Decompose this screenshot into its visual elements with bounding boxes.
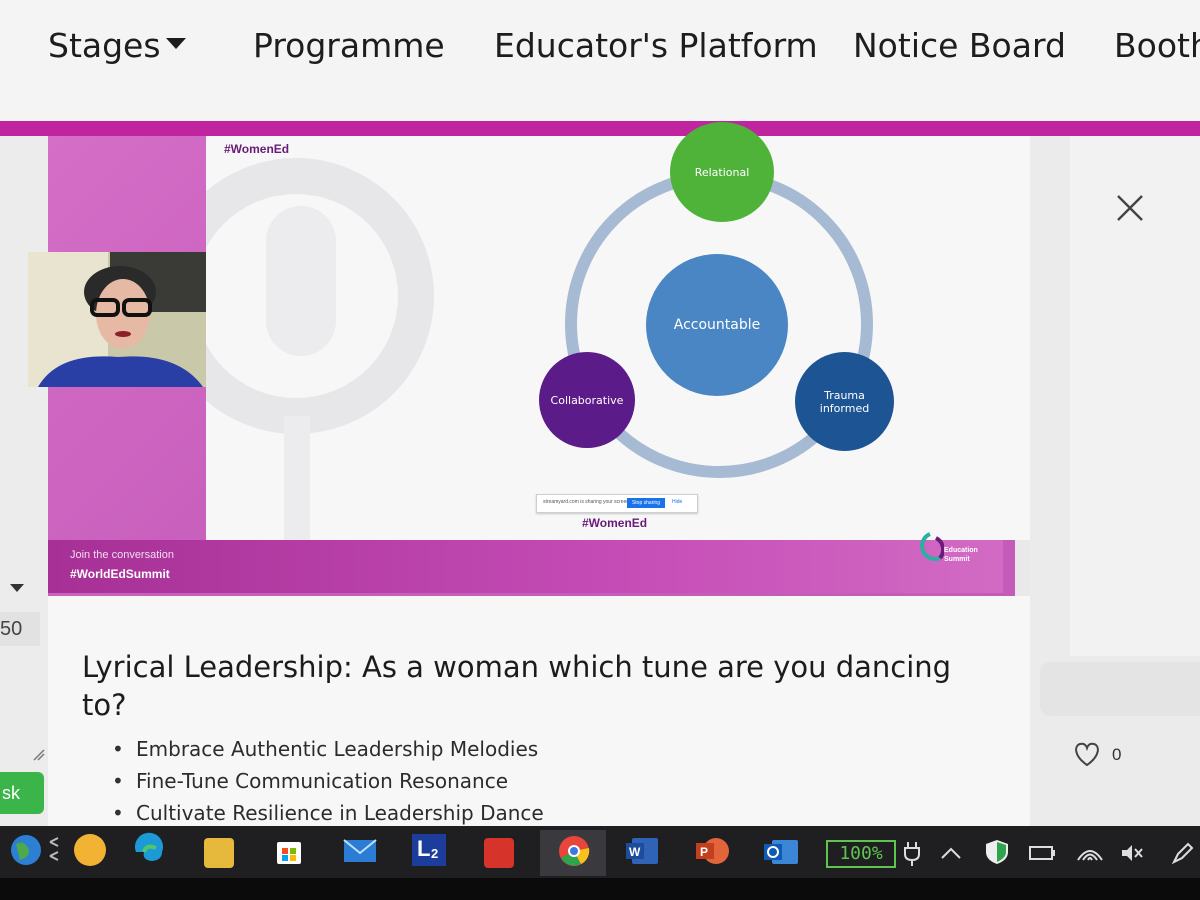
edge-browser-icon[interactable] xyxy=(132,832,166,866)
session-details: Lyrical Leadership: As a woman which tun… xyxy=(48,596,1030,829)
nav-stages[interactable]: Stages xyxy=(48,26,161,65)
microphone-watermark-icon xyxy=(206,158,434,540)
weather-globe-icon[interactable] xyxy=(6,830,46,870)
microsoft-store-icon[interactable] xyxy=(274,836,304,866)
nav-notice-board[interactable]: Notice Board xyxy=(853,26,1066,65)
power-plug-icon xyxy=(904,842,920,866)
pen-icon[interactable] xyxy=(1170,840,1196,866)
battery-icon[interactable] xyxy=(1028,844,1056,862)
like-count: 0 xyxy=(1112,745,1122,764)
red-app-icon[interactable] xyxy=(484,838,514,868)
collaborative-circle: Collaborative xyxy=(539,352,635,448)
list-item: Cultivate Resilience in Leadership Dance xyxy=(108,797,544,829)
slide-hashtag-top: #WomenEd xyxy=(224,142,290,156)
security-shield-icon[interactable] xyxy=(984,838,1010,866)
hide-share-bar-link[interactable]: Hide xyxy=(672,499,682,505)
volume-muted-icon[interactable] xyxy=(1120,842,1144,864)
ask-button[interactable]: sk xyxy=(0,772,44,814)
screen-share-bar: streamyard.com is sharing your screen. S… xyxy=(536,494,698,513)
heart-icon[interactable] xyxy=(1072,740,1102,768)
list-item: Fine-Tune Communication Resonance xyxy=(108,765,544,797)
chevron-down-icon[interactable] xyxy=(10,584,24,594)
file-explorer-icon[interactable] xyxy=(204,838,234,868)
left-sidebar xyxy=(0,136,48,826)
trauma-informed-circle: Trauma informed xyxy=(795,352,894,451)
chevron-down-icon[interactable] xyxy=(166,38,186,50)
join-conversation-text: Join the conversation xyxy=(70,549,174,561)
relational-circle: Relational xyxy=(670,122,774,222)
wifi-icon[interactable] xyxy=(1076,840,1104,864)
nav-programme[interactable]: Programme xyxy=(253,26,445,65)
word-icon[interactable]: W xyxy=(626,836,660,866)
accent-bar xyxy=(0,121,1200,136)
side-panel: 0 xyxy=(1030,136,1200,826)
chat-input-area[interactable] xyxy=(1040,662,1200,716)
close-icon[interactable] xyxy=(1115,193,1145,223)
slide-hashtag-bottom: #WomenEd xyxy=(582,516,648,530)
sun-icon[interactable] xyxy=(70,830,110,870)
summit-hashtag: #WorldEdSummit xyxy=(70,567,170,581)
session-bullet-list: Embrace Authentic Leadership Melodies Fi… xyxy=(108,733,544,829)
screen-bezel xyxy=(0,878,1200,900)
session-title: Lyrical Leadership: As a woman which tun… xyxy=(82,650,952,722)
outlook-icon[interactable] xyxy=(764,836,800,868)
stream-footer: Join the conversation #WorldEdSummit Edu… xyxy=(48,532,1003,593)
share-notice-text: streamyard.com is sharing your screen. xyxy=(543,499,631,505)
chevron-up-icon[interactable] xyxy=(940,846,962,860)
presenter-webcam xyxy=(28,252,214,387)
stop-sharing-button[interactable]: Stop sharing xyxy=(627,498,665,508)
mail-icon[interactable] xyxy=(342,836,378,866)
nav-educators-platform[interactable]: Educator's Platform xyxy=(494,26,818,65)
accountable-circle: Accountable xyxy=(646,254,788,396)
summit-logo-icon xyxy=(920,532,944,561)
powerpoint-icon[interactable]: P xyxy=(696,836,730,866)
learning-app-icon[interactable]: L 2 xyxy=(412,834,446,866)
chrome-icon[interactable] xyxy=(557,834,591,868)
list-item: Embrace Authentic Leadership Melodies xyxy=(108,733,544,765)
top-navigation: Stages Programme Educator's Platform Not… xyxy=(0,0,1200,122)
nav-booth[interactable]: Booth xyxy=(1114,26,1200,65)
partial-count: 50 xyxy=(0,612,40,646)
battery-indicator[interactable]: 100% xyxy=(826,840,896,868)
scroll-arrows-icon xyxy=(49,837,59,861)
shared-slide: #WomenEd Accountable Relational Collabor… xyxy=(206,122,1032,540)
svg-text:W: W xyxy=(629,845,641,859)
summit-logo-text: Education Summit xyxy=(944,547,978,563)
presenter-avatar xyxy=(38,266,203,387)
svg-text:P: P xyxy=(700,845,708,859)
resize-handle-icon[interactable] xyxy=(32,748,46,762)
